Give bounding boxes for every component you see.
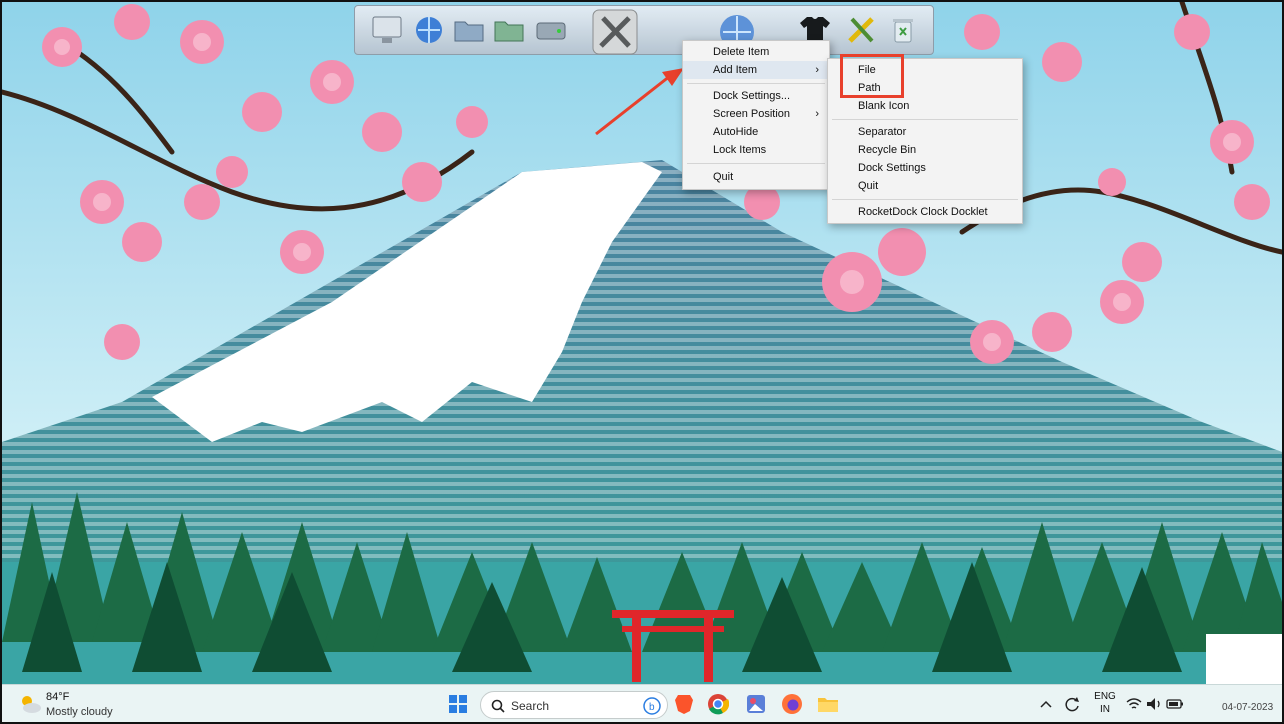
photos-icon[interactable]	[744, 692, 768, 716]
menu-separator	[832, 119, 1018, 120]
submenu-item-recycle-bin[interactable]: Recycle Bin	[828, 141, 1022, 159]
dock-context-menu: Delete Item Add Item › Dock Settings... S…	[682, 40, 830, 190]
brave-icon[interactable]	[672, 692, 696, 716]
monitor-icon[interactable]	[367, 10, 407, 50]
folder-green-icon[interactable]	[489, 10, 529, 50]
submenu-item-quit[interactable]: Quit	[828, 177, 1022, 195]
wifi-icon[interactable]	[1126, 692, 1142, 716]
globe-network-icon[interactable]	[409, 10, 449, 50]
menu-item-lock-items[interactable]: Lock Items	[683, 141, 829, 159]
cloud-sun-icon	[22, 696, 41, 713]
recycle-bin-icon[interactable]	[883, 10, 923, 50]
submenu-item-clock-docklet[interactable]: RocketDock Clock Docklet	[828, 203, 1022, 221]
drive-icon[interactable]	[531, 10, 571, 50]
language-indicator[interactable]: ENG IN	[1090, 690, 1120, 716]
submenu-item-separator[interactable]: Separator	[828, 123, 1022, 141]
taskbar: 84°F Mostly cloudy Search b ENG IN	[2, 684, 1282, 722]
windows-start-icon[interactable]	[446, 692, 470, 716]
taskbar-search[interactable]: Search b	[480, 691, 668, 719]
rocketdock-dock	[354, 5, 934, 55]
chevron-right-icon: ›	[815, 108, 819, 120]
screen: Delete Item Add Item › Dock Settings... S…	[0, 0, 1284, 724]
bing-icon: b	[643, 697, 661, 715]
weather-widget[interactable]: 84°F Mostly cloudy	[18, 689, 128, 721]
submenu-item-dock-settings[interactable]: Dock Settings	[828, 159, 1022, 177]
chrome-icon[interactable]	[706, 692, 730, 716]
menu-item-dock-settings[interactable]: Dock Settings...	[683, 87, 829, 105]
menu-item-autohide[interactable]: AutoHide	[683, 123, 829, 141]
search-icon	[491, 699, 505, 713]
folder-icon[interactable]	[449, 10, 489, 50]
tools-icon[interactable]	[587, 4, 643, 60]
file-explorer-icon[interactable]	[816, 692, 840, 716]
menu-item-delete-item[interactable]: Delete Item	[683, 43, 829, 61]
svg-text:b: b	[649, 702, 655, 713]
volume-icon[interactable]	[1146, 692, 1164, 716]
menu-item-screen-position[interactable]: Screen Position ›	[683, 105, 829, 123]
chevron-right-icon: ›	[815, 64, 819, 76]
menu-separator	[687, 163, 825, 164]
submenu-item-blank-icon[interactable]: Blank Icon	[828, 97, 1022, 115]
menu-separator	[832, 199, 1018, 200]
weather-condition: Mostly cloudy	[46, 706, 113, 718]
sync-icon[interactable]	[1060, 692, 1084, 716]
menu-separator	[687, 83, 825, 84]
battery-icon[interactable]	[1166, 692, 1184, 716]
chevron-up-icon[interactable]	[1034, 692, 1058, 716]
tools-yellow-icon[interactable]	[841, 10, 881, 50]
annotation-highlight-box	[840, 54, 904, 98]
weather-temperature: 84°F	[46, 691, 70, 703]
firefox-icon[interactable]	[780, 692, 804, 716]
menu-item-add-item[interactable]: Add Item ›	[683, 61, 829, 79]
annotation-arrow	[595, 68, 684, 136]
taskbar-clock[interactable]: 04-07-2023	[1222, 702, 1273, 713]
menu-item-quit[interactable]: Quit	[683, 168, 829, 186]
